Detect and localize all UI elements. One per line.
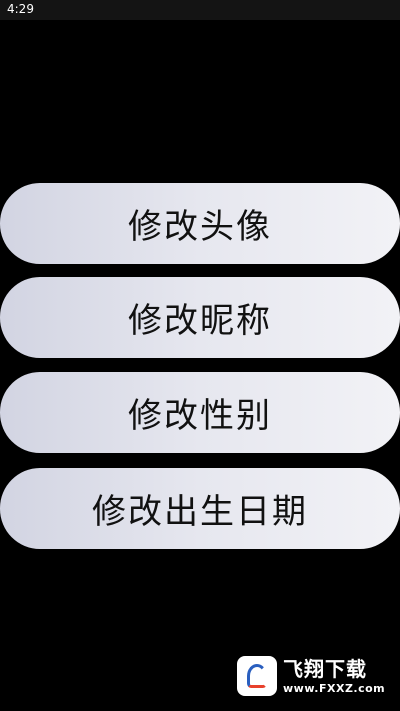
change-birthdate-button[interactable]: 修改出生日期 bbox=[0, 468, 400, 549]
change-gender-button[interactable]: 修改性别 bbox=[0, 372, 400, 453]
change-nickname-button[interactable]: 修改昵称 bbox=[0, 277, 400, 358]
watermark-title: 飞翔下载 bbox=[283, 656, 367, 681]
watermark-url: www.FXXZ.com bbox=[283, 681, 386, 695]
app-screen: 4:29 修改头像 修改昵称 修改性别 修改出生日期 飞翔下载 www.FXXZ… bbox=[0, 0, 400, 711]
change-avatar-button[interactable]: 修改头像 bbox=[0, 183, 400, 264]
watermark-text: 飞翔下载 www.FXXZ.com bbox=[283, 659, 385, 694]
watermark-logo-icon bbox=[237, 656, 277, 696]
status-time: 4:29 bbox=[7, 2, 34, 16]
status-bar: 4:29 bbox=[0, 0, 400, 20]
site-watermark: 飞翔下载 www.FXXZ.com bbox=[233, 651, 390, 701]
